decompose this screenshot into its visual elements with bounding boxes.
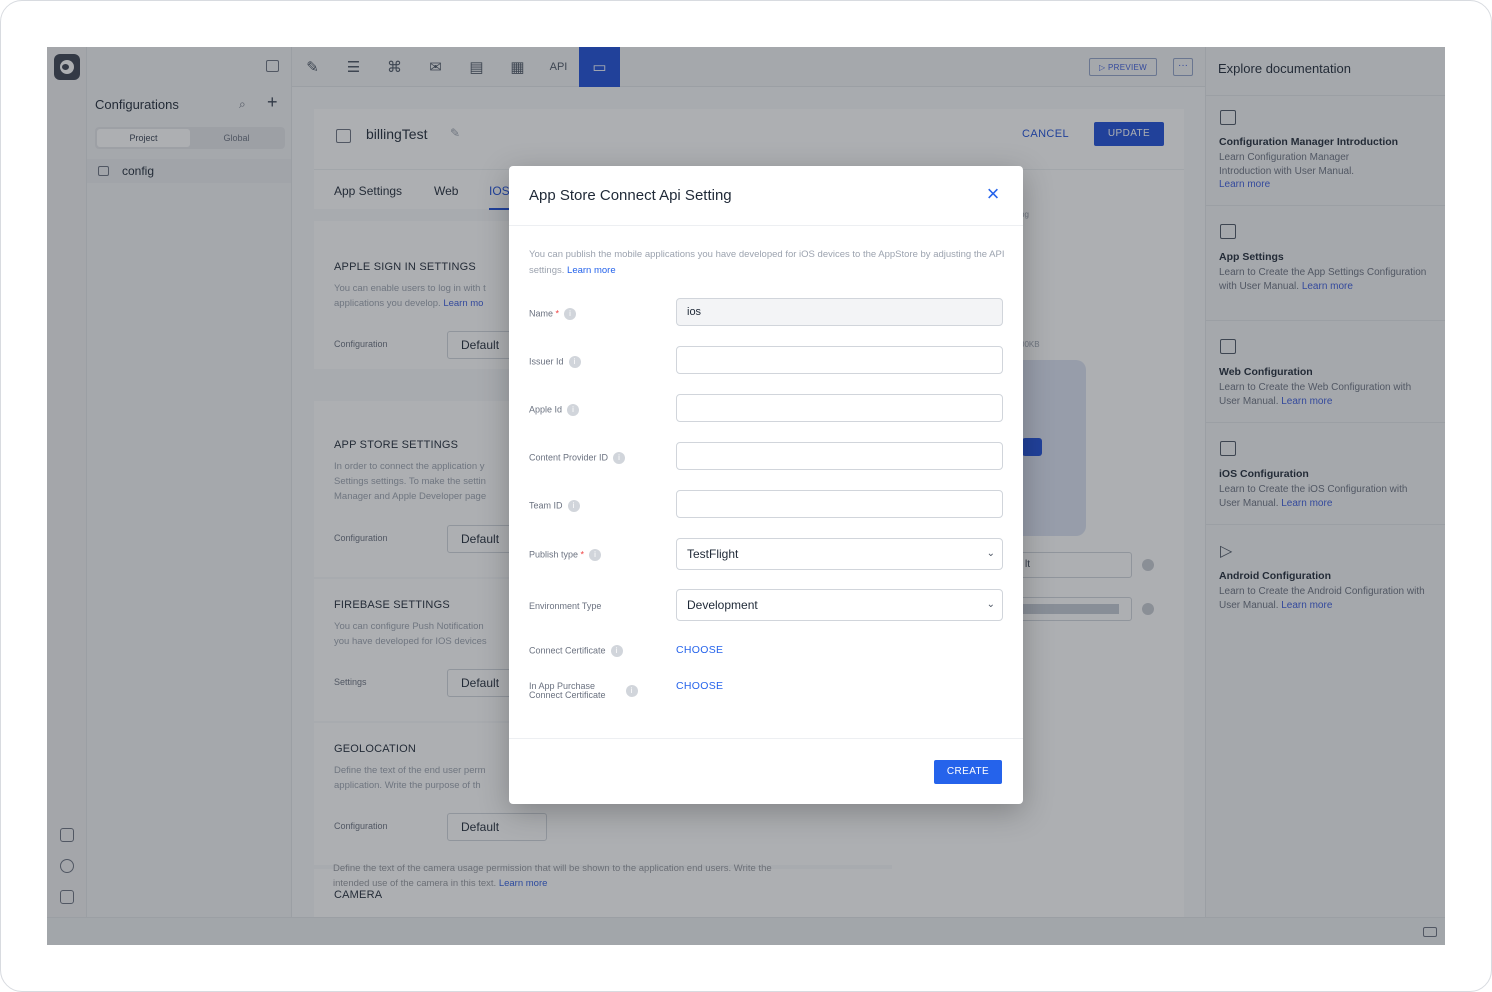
camera-section-description: Define the text of the camera usage perm… bbox=[333, 863, 772, 889]
iap-certificate-label: In App Purchase Connect Certificate i bbox=[529, 682, 638, 700]
app-store-connect-modal: App Store Connect Api Setting × You can … bbox=[509, 166, 1023, 804]
info-icon: i bbox=[567, 404, 580, 416]
chevron-down-icon: ⌄ bbox=[986, 548, 995, 559]
divider bbox=[509, 225, 1023, 226]
create-button[interactable]: CREATE bbox=[934, 760, 1002, 784]
info-icon: i bbox=[625, 685, 638, 697]
info-icon: i bbox=[613, 452, 626, 464]
name-label: Name * i bbox=[529, 308, 577, 320]
divider bbox=[509, 738, 1023, 739]
info-icon: i bbox=[564, 308, 577, 320]
environment-type-label: Environment Type bbox=[529, 601, 602, 611]
publish-type-label: Publish type * i bbox=[529, 549, 602, 561]
team-id-label: Team ID i bbox=[529, 500, 580, 512]
publish-type-select[interactable]: TestFlight ⌄ bbox=[676, 538, 1003, 570]
issuer-id-label: Issuer Id i bbox=[529, 356, 581, 368]
name-input[interactable] bbox=[676, 298, 1003, 326]
chevron-down-icon: ⌄ bbox=[986, 599, 995, 610]
content-provider-id-label: Content Provider ID i bbox=[529, 452, 626, 464]
issuer-id-input[interactable] bbox=[676, 346, 1003, 374]
modal-title: App Store Connect Api Setting bbox=[529, 187, 732, 204]
learn-more-link[interactable]: Learn more bbox=[567, 265, 616, 276]
modal-description: You can publish the mobile applications … bbox=[529, 249, 1005, 276]
team-id-input[interactable] bbox=[676, 490, 1003, 518]
apple-id-label: Apple Id i bbox=[529, 404, 580, 416]
info-icon: i bbox=[589, 549, 602, 561]
content-provider-id-input[interactable] bbox=[676, 442, 1003, 470]
choose-iap-certificate-button[interactable]: CHOOSE bbox=[676, 680, 723, 692]
info-icon: i bbox=[567, 500, 580, 512]
environment-type-select[interactable]: Development ⌄ bbox=[676, 589, 1003, 621]
choose-connect-certificate-button[interactable]: CHOOSE bbox=[676, 644, 723, 656]
connect-certificate-label: Connect Certificate i bbox=[529, 645, 623, 657]
close-icon[interactable]: × bbox=[983, 183, 1003, 205]
info-icon: i bbox=[568, 356, 581, 368]
apple-id-input[interactable] bbox=[676, 394, 1003, 422]
learn-more-link[interactable]: Learn more bbox=[499, 878, 548, 889]
info-icon: i bbox=[610, 645, 623, 657]
